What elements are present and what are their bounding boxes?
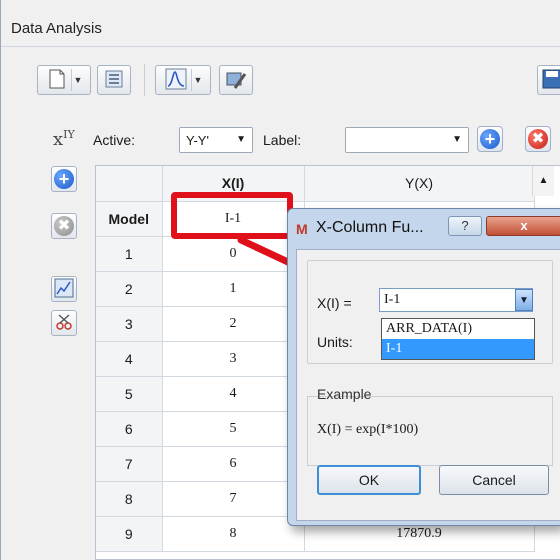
row-header: 7 <box>96 446 163 482</box>
active-select[interactable]: Y-Y' ▼ <box>179 127 253 153</box>
new-document-icon <box>47 68 67 93</box>
active-select-value: Y-Y' <box>186 132 209 148</box>
copy-data-button[interactable] <box>97 65 131 95</box>
active-label: Active: <box>93 132 136 148</box>
x-expression-input[interactable]: I-1 <box>379 288 533 312</box>
row-header: 4 <box>96 341 163 377</box>
x-expression-label: X(I) = <box>317 295 352 311</box>
grid-scroll-up-button[interactable]: ▲ <box>532 166 554 196</box>
cell-xi[interactable]: 6 <box>162 446 305 482</box>
units-label: Units: <box>317 334 353 350</box>
example-text: X(I) = exp(I*100) <box>317 422 419 437</box>
save-icon <box>542 69 560 92</box>
cell-xi[interactable]: 4 <box>162 376 305 412</box>
scissors-button[interactable] <box>51 310 77 336</box>
cell-xi[interactable]: 1 <box>162 271 305 307</box>
wrench-tool-button[interactable] <box>219 65 253 95</box>
new-document-button[interactable]: ▼ <box>37 65 91 95</box>
scissors-icon <box>54 312 74 335</box>
column-header-yx[interactable]: Y(X) <box>304 166 535 202</box>
dropdown-option-selected[interactable]: I-1 <box>382 339 534 359</box>
label-select[interactable]: ▼ <box>345 127 469 153</box>
add-series-button[interactable]: + <box>477 126 503 152</box>
row-header-model: Model <box>96 201 163 237</box>
row-header: 1 <box>96 236 163 272</box>
cancel-button[interactable]: Cancel <box>439 465 549 495</box>
chevron-down-icon: ▼ <box>71 69 82 91</box>
copy-data-icon <box>103 68 125 93</box>
chevron-down-icon: ▼ <box>452 134 462 145</box>
row-header: 3 <box>96 306 163 342</box>
window-title: Data Analysis <box>11 20 102 37</box>
close-icon: ✖ <box>528 129 548 149</box>
example-label: Example <box>317 386 372 402</box>
row-header: 8 <box>96 481 163 517</box>
grid-corner-cell <box>96 166 163 202</box>
close-icon: ✖ <box>54 216 74 236</box>
cell-xi[interactable]: 2 <box>162 306 305 342</box>
add-row-button[interactable]: + <box>51 166 77 192</box>
highlight-annotation-box <box>171 192 293 239</box>
data-analysis-window: Data Analysis ▼ ▼ xIY Active: Y-Y' ▼ Lab… <box>0 0 560 560</box>
wrench-tool-icon <box>225 68 247 93</box>
save-button[interactable] <box>537 65 560 95</box>
grid-header-row: X(I) Y(X) <box>96 166 535 202</box>
chevron-down-icon[interactable]: ▼ <box>515 289 533 311</box>
plot-icon <box>54 278 74 301</box>
row-header: 6 <box>96 411 163 447</box>
cell-xi[interactable]: 0 <box>162 236 305 272</box>
xy-swap-icon[interactable]: xIY <box>53 128 75 150</box>
label-label: Label: <box>263 132 302 148</box>
chart-peak-button[interactable]: ▼ <box>155 65 211 95</box>
chart-peak-icon <box>165 68 187 93</box>
plus-icon: + <box>54 169 74 189</box>
delete-series-button[interactable]: ✖ <box>525 126 551 152</box>
dropdown-option[interactable]: ARR_DATA(I) <box>382 319 534 339</box>
cell-xi[interactable]: 8 <box>162 516 305 552</box>
ok-button[interactable]: OK <box>317 465 421 495</box>
cell-xi[interactable]: 3 <box>162 341 305 377</box>
row-header: 2 <box>96 271 163 307</box>
plus-icon: + <box>480 129 500 149</box>
row-header: 5 <box>96 376 163 412</box>
dialog-content: X(I) = I-1 ▼ Units: ARR_DATA(I) I-1 Exam… <box>287 208 560 526</box>
cell-xi[interactable]: 5 <box>162 411 305 447</box>
x-expression-dropdown[interactable]: ARR_DATA(I) I-1 <box>381 318 535 360</box>
toolbar-separator <box>144 64 145 96</box>
delete-row-button[interactable]: ✖ <box>51 213 77 239</box>
row-header: 9 <box>96 516 163 552</box>
cell-xi[interactable]: 7 <box>162 481 305 517</box>
title-divider <box>1 46 560 47</box>
chevron-down-icon: ▼ <box>191 69 202 91</box>
chevron-down-icon: ▼ <box>236 134 246 145</box>
plot-data-button[interactable] <box>51 276 77 302</box>
